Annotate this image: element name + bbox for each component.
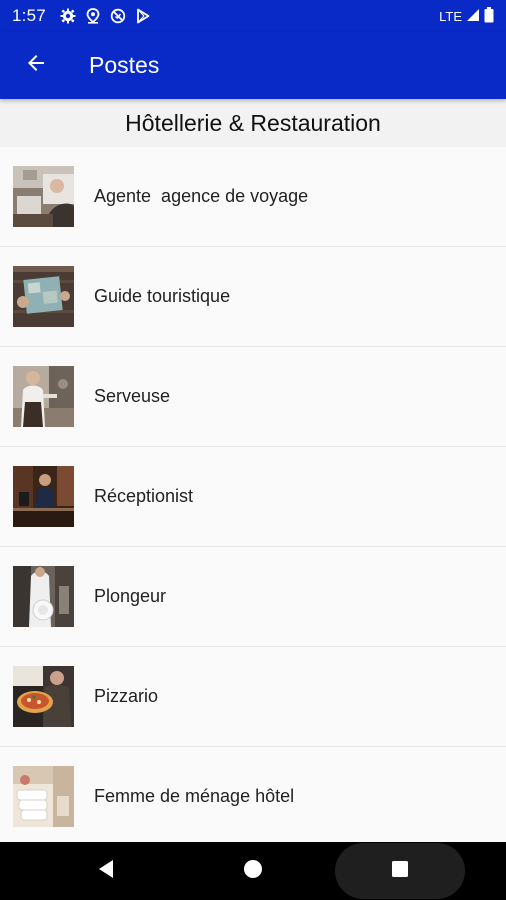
waitress-photo <box>13 366 74 427</box>
no-disturb-icon <box>110 8 126 24</box>
page-title: Postes <box>89 52 160 78</box>
list-item-receptionist[interactable]: Réceptionist <box>0 447 506 547</box>
app-bar: Postes <box>0 32 506 99</box>
dishwasher-photo <box>13 566 74 627</box>
job-label: Guide touristique <box>94 286 231 306</box>
housekeeper-photo <box>13 766 74 827</box>
job-label: Plongeur <box>94 586 167 606</box>
list-item-agente-agence-de-voyage[interactable]: Agente agence de voyage <box>0 147 506 247</box>
list-item-plongeur[interactable]: Plongeur <box>0 547 506 647</box>
nav-recents-button[interactable] <box>376 842 424 900</box>
signal-icon <box>466 8 480 25</box>
back-button[interactable] <box>8 38 64 94</box>
list-item-guide-touristique[interactable]: Guide touristique <box>0 247 506 347</box>
receptionist-photo <box>13 466 74 527</box>
system-nav-bar <box>0 842 506 900</box>
battery-icon <box>484 6 494 26</box>
list-item-pizzario[interactable]: Pizzario <box>0 647 506 747</box>
back-triangle-icon <box>97 859 115 884</box>
arrow-back-icon <box>24 51 48 80</box>
travel-agent-photo <box>13 166 74 227</box>
home-circle-icon <box>243 859 263 884</box>
job-label: Femme de ménage hôtel <box>94 786 295 806</box>
nav-back-button[interactable] <box>82 842 130 900</box>
location-icon <box>86 8 100 24</box>
job-list: Agente agence de voyage Guide touristiqu… <box>0 147 506 847</box>
network-type: LTE <box>439 8 462 24</box>
job-label: Pizzario <box>94 686 159 706</box>
tour-guide-photo <box>13 266 74 327</box>
nav-home-button[interactable] <box>229 842 277 900</box>
job-label: Serveuse <box>94 386 171 406</box>
play-store-icon <box>136 8 150 24</box>
gear-icon <box>60 8 76 24</box>
list-item-femme-de-menage-hotel[interactable]: Femme de ménage hôtel <box>0 747 506 847</box>
status-right: LTE <box>439 6 494 26</box>
job-label: Agente agence de voyage <box>94 186 309 206</box>
status-time: 1:57 <box>12 6 46 25</box>
list-item-serveuse[interactable]: Serveuse <box>0 347 506 447</box>
status-bar: 1:57 LTE <box>0 0 506 32</box>
recents-square-icon <box>391 860 409 883</box>
status-icons-left <box>60 8 150 24</box>
section-header: Hôtellerie & Restauration <box>0 99 506 147</box>
job-label: Réceptionist <box>94 486 194 506</box>
pizza-maker-photo <box>13 666 74 727</box>
